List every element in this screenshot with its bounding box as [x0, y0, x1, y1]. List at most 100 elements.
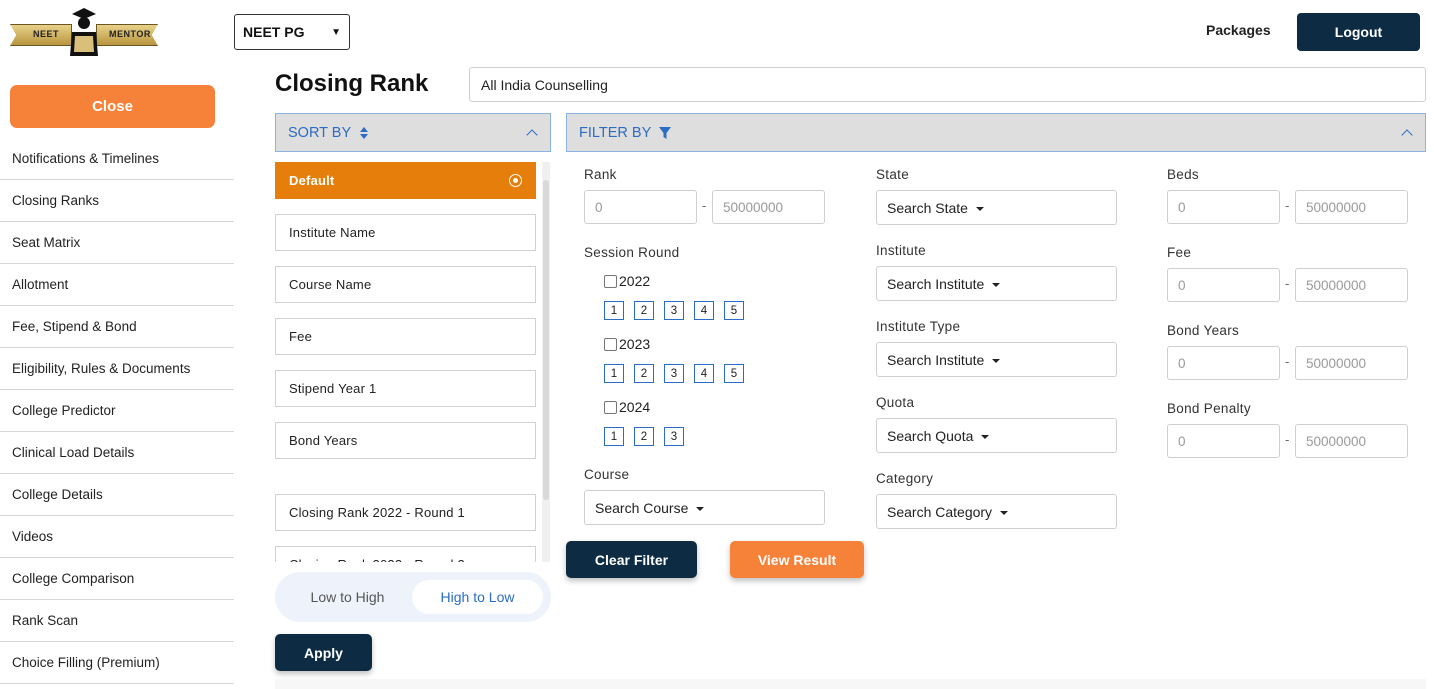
state-dropdown-value: Search State [887, 199, 968, 216]
sort-option-default[interactable]: Default [275, 162, 536, 199]
sort-option-label: Default [289, 173, 335, 188]
rank-max-input[interactable]: 50000000 [712, 190, 825, 224]
sort-option-cr-2022-r2[interactable]: Closing Rank 2022 - Round 2 [275, 546, 536, 562]
sort-scrollbar[interactable] [542, 162, 550, 562]
bond-years-min-input[interactable]: 0 [1167, 346, 1280, 380]
chevron-down-icon: ▼ [331, 26, 341, 38]
fee-max-input[interactable]: 50000000 [1295, 268, 1408, 302]
logout-button[interactable]: Logout [1297, 13, 1420, 51]
institute-type-dropdown[interactable]: Search Institute [876, 342, 1117, 377]
round-button[interactable]: 2 [634, 427, 654, 446]
filter-icon [659, 126, 672, 139]
round-button[interactable]: 4 [694, 301, 714, 320]
sidebar-item-choice-filling[interactable]: Choice Filling (Premium) [0, 642, 234, 684]
sidebar-item-fee-stipend-bond[interactable]: Fee, Stipend & Bond [0, 306, 234, 348]
round-button[interactable]: 1 [604, 427, 624, 446]
close-sidebar-button[interactable]: Close [10, 85, 215, 128]
category-label: Category [876, 471, 934, 486]
sort-option-fee[interactable]: Fee [275, 318, 536, 355]
sort-by-header[interactable]: SORT BY [275, 113, 551, 152]
year-label: 2024 [619, 399, 651, 415]
institute-dropdown-value: Search Institute [887, 275, 985, 292]
sidebar-item-eligibility[interactable]: Eligibility, Rules & Documents [0, 348, 234, 390]
sidebar-item-clinical-load[interactable]: Clinical Load Details [0, 432, 234, 474]
course-dropdown[interactable]: Search Course [584, 490, 825, 525]
round-button[interactable]: 3 [664, 364, 684, 383]
state-dropdown[interactable]: Search State [876, 190, 1117, 225]
round-button[interactable]: 1 [604, 301, 624, 320]
year-2023-checkbox[interactable]: 2023 [604, 336, 650, 352]
checkbox[interactable] [604, 400, 617, 414]
brand-logo[interactable]: NEET MENTOR [8, 6, 158, 58]
rank-min-input[interactable]: 0 [584, 190, 697, 224]
checkbox[interactable] [604, 337, 617, 351]
filter-by-header[interactable]: FILTER BY [566, 113, 1426, 152]
sort-option-course-name[interactable]: Course Name [275, 266, 536, 303]
fee-label: Fee [1167, 245, 1192, 260]
beds-max-input[interactable]: 50000000 [1295, 190, 1408, 224]
round-button[interactable]: 1 [604, 364, 624, 383]
institute-label: Institute [876, 243, 926, 258]
sidebar-item-seat-matrix[interactable]: Seat Matrix [0, 222, 234, 264]
rounds-2023: 1 2 3 4 5 [604, 364, 754, 383]
scrollbar-thumb[interactable] [543, 180, 549, 500]
chevron-up-icon[interactable] [526, 128, 538, 141]
round-button[interactable]: 5 [724, 301, 744, 320]
sidebar-item-college-details[interactable]: College Details [0, 474, 234, 516]
sort-option-stipend-year-1[interactable]: Stipend Year 1 [275, 370, 536, 407]
apply-button[interactable]: Apply [275, 634, 372, 671]
category-dropdown[interactable]: Search Category [876, 494, 1117, 529]
sort-option-bond-years[interactable]: Bond Years [275, 422, 536, 459]
exam-select[interactable]: NEET PG ▼ [234, 14, 350, 50]
bond-years-max-input[interactable]: 50000000 [1295, 346, 1408, 380]
round-button[interactable]: 2 [634, 364, 654, 383]
clear-filter-button[interactable]: Clear Filter [566, 541, 697, 578]
high-to-low-option[interactable]: High to Low [412, 580, 543, 614]
bond-penalty-max-input[interactable]: 50000000 [1295, 424, 1408, 458]
fee-min-input[interactable]: 0 [1167, 268, 1280, 302]
round-button[interactable]: 4 [694, 364, 714, 383]
sidebar-item-closing-ranks[interactable]: Closing Ranks [0, 180, 234, 222]
round-button[interactable]: 2 [634, 301, 654, 320]
year-2024-checkbox[interactable]: 2024 [604, 399, 650, 415]
caret-down-icon [1000, 510, 1009, 515]
rounds-2024: 1 2 3 [604, 427, 694, 446]
year-2022-checkbox[interactable]: 2022 [604, 273, 650, 289]
range-dash: - [1285, 354, 1290, 369]
range-dash: - [1285, 198, 1290, 213]
bond-penalty-min-input[interactable]: 0 [1167, 424, 1280, 458]
rounds-2022: 1 2 3 4 5 [604, 301, 754, 320]
checkbox[interactable] [604, 274, 617, 288]
view-result-button[interactable]: View Result [730, 541, 864, 578]
sidebar-item-college-comparison[interactable]: College Comparison [0, 558, 234, 600]
sort-by-label: SORT BY [288, 124, 352, 141]
graduate-icon [70, 8, 98, 56]
sort-options-list[interactable]: Default Institute Name Course Name Fee S… [275, 162, 536, 562]
course-dropdown-value: Search Course [595, 499, 689, 516]
range-dash: - [702, 198, 707, 213]
quota-dropdown[interactable]: Search Quota [876, 418, 1117, 453]
range-dash: - [1285, 432, 1290, 447]
sort-option-institute-name[interactable]: Institute Name [275, 214, 536, 251]
round-button[interactable]: 3 [664, 427, 684, 446]
range-dash: - [1285, 276, 1290, 291]
institute-dropdown[interactable]: Search Institute [876, 266, 1117, 301]
institute-type-label: Institute Type [876, 319, 961, 334]
sort-order-toggle[interactable]: Low to High High to Low [275, 572, 551, 622]
round-button[interactable]: 3 [664, 301, 684, 320]
chevron-up-icon[interactable] [1401, 128, 1413, 141]
sidebar-item-rank-scan[interactable]: Rank Scan [0, 600, 234, 642]
sidebar-item-videos[interactable]: Videos [0, 516, 234, 558]
sidebar-item-allotment[interactable]: Allotment [0, 264, 234, 306]
packages-link[interactable]: Packages [1206, 22, 1271, 38]
low-to-high-option[interactable]: Low to High [285, 580, 410, 614]
sidebar-item-notifications[interactable]: Notifications & Timelines [0, 138, 234, 180]
sidebar-item-college-predictor[interactable]: College Predictor [0, 390, 234, 432]
round-button[interactable]: 5 [724, 364, 744, 383]
filter-by-label: FILTER BY [579, 124, 652, 141]
beds-min-input[interactable]: 0 [1167, 190, 1280, 224]
logo-text-left: NEET [33, 29, 60, 39]
sort-option-cr-2022-r1[interactable]: Closing Rank 2022 - Round 1 [275, 494, 536, 531]
logo-ribbon-right: MENTOR [96, 24, 158, 46]
counselling-select[interactable]: All India Counselling [469, 67, 1426, 102]
